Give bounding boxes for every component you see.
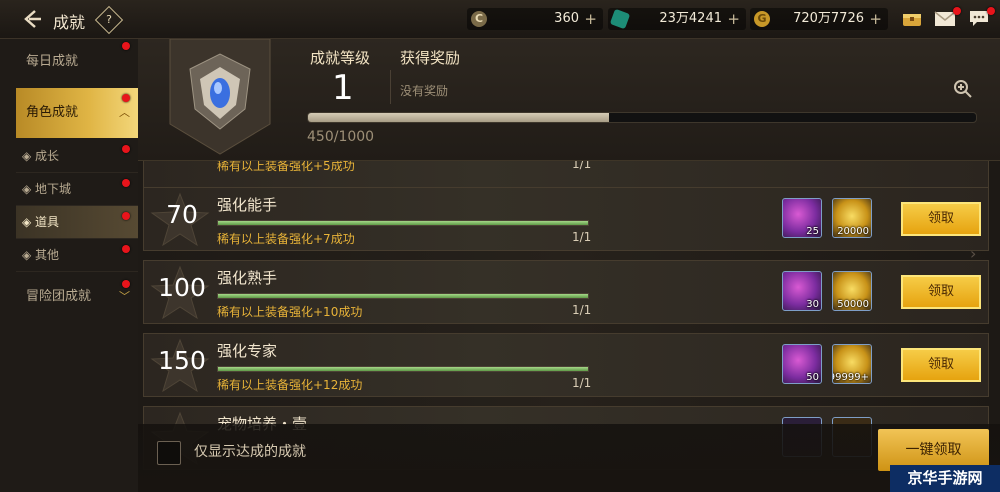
- add-gem-button[interactable]: +: [727, 8, 740, 30]
- show-completed-checkbox[interactable]: [157, 441, 181, 465]
- sidebar-item-daily[interactable]: 每日成就: [16, 39, 138, 87]
- row-progress-text: 1/1: [572, 376, 592, 390]
- sidebar-item-adventure[interactable]: 冒险团成就 ﹀: [16, 274, 138, 322]
- mail-notification-dot: [953, 7, 961, 15]
- achievement-row: 70 强化能手 稀有以上装备强化+7成功 1/1 25 20000 领取: [143, 187, 989, 251]
- row-title: 强化熟手: [217, 269, 278, 287]
- add-coupon-button[interactable]: +: [584, 8, 597, 30]
- row-progress-text: 1/1: [572, 303, 592, 317]
- level-progress-text: 450/1000: [307, 129, 375, 145]
- sidebar-item-items[interactable]: ◈ 道具: [16, 206, 138, 239]
- gold-coin-icon: G: [754, 11, 770, 27]
- top-bar: 成就 ? C 360 + 23万4241 + G 720万7726 +: [0, 0, 1000, 39]
- character-notification-dot: [122, 94, 130, 102]
- treasure-icon[interactable]: [901, 8, 923, 28]
- chat-notification-dot: [987, 7, 995, 15]
- reward-gold-icon[interactable]: 50000: [832, 271, 872, 311]
- row-score: 150: [158, 346, 206, 375]
- achievement-row: 150 强化专家 稀有以上装备强化+12成功 1/1 50 99999+ 领取: [143, 333, 989, 397]
- divider: [390, 70, 391, 104]
- reward-label: 获得奖励: [400, 49, 461, 67]
- row-title: 强化能手: [217, 196, 278, 214]
- currency-gold: G 720万7726 +: [750, 8, 888, 30]
- claim-button[interactable]: 领取: [901, 348, 981, 382]
- show-completed-label: 仅显示达成的成就: [194, 444, 306, 460]
- watermark-logo: 京华手游网: [890, 465, 1000, 492]
- green-gem-icon: [609, 8, 631, 30]
- back-arrow-icon[interactable]: [20, 7, 44, 31]
- row-title: 强化专家: [217, 342, 278, 360]
- row-score: 70: [166, 200, 198, 229]
- items-notification-dot: [122, 212, 130, 220]
- sidebar-item-dungeon[interactable]: ◈ 地下城: [16, 173, 138, 206]
- sidebar-item-other[interactable]: ◈ 其他: [16, 239, 138, 272]
- row-progress-text: 1/1: [572, 230, 592, 244]
- currency-coupon: C 360 +: [467, 8, 603, 30]
- claim-button[interactable]: 领取: [901, 275, 981, 309]
- currency-gem: 23万4241 +: [608, 8, 746, 30]
- row-desc: 稀有以上装备强化+10成功: [217, 305, 363, 319]
- daily-notification-dot: [122, 42, 130, 50]
- dungeon-notification-dot: [122, 179, 130, 187]
- achievement-row: 100 强化熟手 稀有以上装备强化+10成功 1/1 30 50000 领取: [143, 260, 989, 324]
- help-icon[interactable]: ?: [94, 5, 124, 35]
- claim-button[interactable]: 领取: [901, 202, 981, 236]
- reward-ticket-icon[interactable]: 25: [782, 198, 822, 238]
- reward-value: 没有奖励: [400, 84, 449, 98]
- coin-c-icon: C: [471, 11, 487, 27]
- row-progress-bar: [217, 220, 589, 226]
- reward-gold-icon[interactable]: 20000: [832, 198, 872, 238]
- row-progress-bar: [217, 293, 589, 299]
- achievement-rank-emblem-icon: [169, 39, 271, 155]
- level-value: 1: [332, 68, 354, 108]
- level-progress-bar: [307, 112, 977, 123]
- adventure-notification-dot: [122, 280, 130, 288]
- chevron-right-icon: ›: [970, 244, 977, 263]
- row-desc: 稀有以上装备强化+7成功: [217, 232, 355, 246]
- other-notification-dot: [122, 245, 130, 253]
- reward-ticket-icon[interactable]: 50: [782, 344, 822, 384]
- row-progress-bar: [217, 366, 589, 372]
- sidebar-item-character[interactable]: 角色成就 ︿: [16, 88, 138, 138]
- zoom-in-icon[interactable]: [953, 79, 973, 99]
- page-title: 成就: [53, 13, 86, 32]
- reward-ticket-icon[interactable]: 30: [782, 271, 822, 311]
- growth-notification-dot: [122, 145, 130, 153]
- row-score: 100: [158, 273, 206, 302]
- reward-gold-icon[interactable]: 99999+: [832, 344, 872, 384]
- add-gold-button[interactable]: +: [869, 8, 882, 30]
- row-desc: 稀有以上装备强化+12成功: [217, 378, 363, 392]
- level-label: 成就等级: [310, 49, 371, 67]
- sidebar-item-growth[interactable]: ◈ 成长: [16, 140, 138, 173]
